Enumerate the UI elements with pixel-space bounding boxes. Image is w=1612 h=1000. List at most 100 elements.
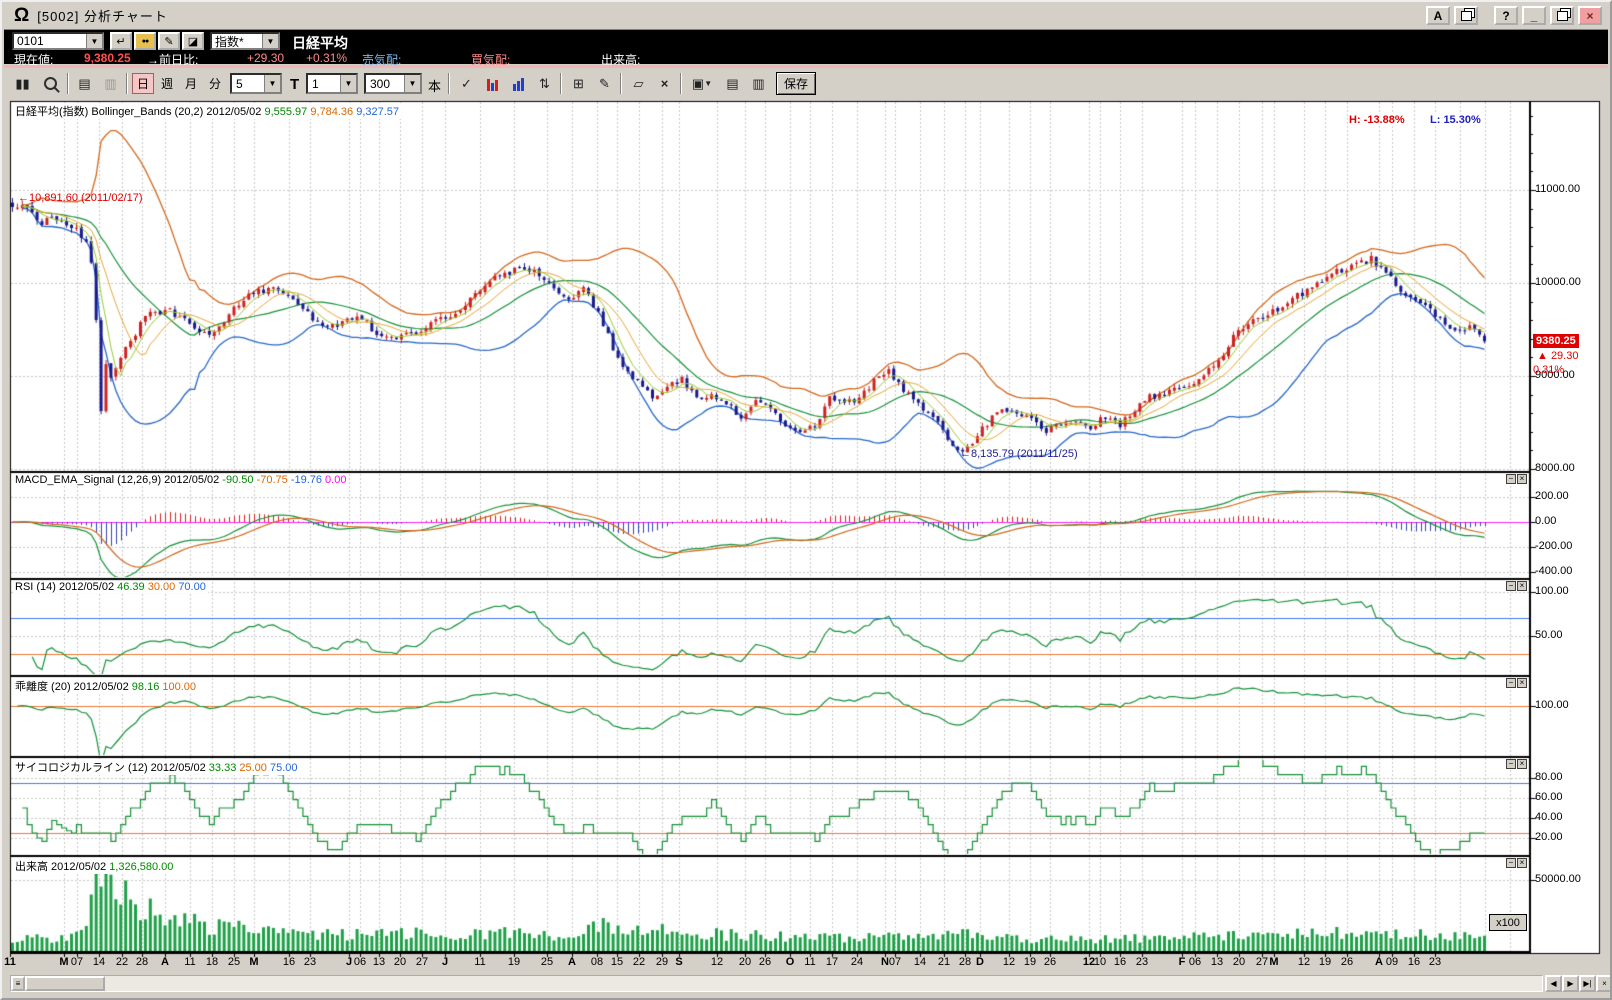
header-segment: 46.39 xyxy=(117,581,148,593)
header-segment: 1,326,580.00 xyxy=(109,861,174,873)
x-axis-label: A xyxy=(568,956,576,968)
panel-minimize-button[interactable]: − xyxy=(1506,474,1516,484)
x-axis-label: O xyxy=(785,956,795,968)
x-axis-label: 23 xyxy=(303,956,317,968)
x-axis-label: 10 xyxy=(1093,956,1107,968)
panel-minimize-button[interactable]: − xyxy=(1506,678,1516,688)
x-axis-label: 25 xyxy=(540,956,554,968)
header-segment: 9,555.97 xyxy=(264,106,311,118)
scroll-close-button[interactable]: × xyxy=(1596,975,1610,992)
scroll-button[interactable]: ◀ xyxy=(1545,975,1562,992)
macd-panel-header: MACD_EMA_Signal (12,26,9) 2012/05/02 -90… xyxy=(13,474,349,486)
y-axis-tick-label: 20.00 xyxy=(1535,831,1563,843)
low-distance-label: L: 15.30% xyxy=(1430,114,1481,126)
panel-close-button[interactable]: × xyxy=(1517,474,1527,484)
x-axis-label: 14 xyxy=(92,956,106,968)
header-segment: 出来高 2012/05/02 xyxy=(15,861,110,873)
y-axis-tick-label: 8000.00 xyxy=(1535,461,1575,474)
panel-minimize-button[interactable]: − xyxy=(1506,858,1516,868)
x-axis-label: 19 xyxy=(1023,956,1037,968)
y-axis-tick-label: 100.00 xyxy=(1535,698,1569,711)
y-axis-tick-label: -200.00 xyxy=(1535,540,1573,552)
x-axis-label: 13 xyxy=(1210,956,1224,968)
chart-plot-area[interactable] xyxy=(2,2,1610,998)
x-axis-label: 16 xyxy=(1113,956,1127,968)
main-panel-header: 日経平均(指数) Bollinger_Bands (20,2) 2012/05/… xyxy=(13,103,402,119)
x-axis-label: 23 xyxy=(1135,956,1149,968)
header-segment: 9,784.36 xyxy=(310,106,357,118)
x-axis-label: 12 xyxy=(1002,956,1016,968)
y-axis-tick-label: 100.00 xyxy=(1535,585,1569,597)
price-change-pct-label: 0.31% xyxy=(1533,364,1565,376)
y-axis-tick-label: 50.00 xyxy=(1535,628,1563,641)
y-axis-tick-label: 50000.00 xyxy=(1535,872,1581,885)
panel-minimize-button[interactable]: − xyxy=(1506,759,1516,769)
header-segment: 25.00 xyxy=(239,762,270,774)
x-axis-label: 28 xyxy=(958,956,972,968)
scroll-button[interactable]: ▶ xyxy=(1562,975,1579,992)
header-segment: -90.50 xyxy=(222,474,257,486)
header-segment: 75.00 xyxy=(269,762,298,774)
x-axis-label: 19 xyxy=(1318,956,1332,968)
x-axis-label: J xyxy=(441,956,449,968)
volume-panel-header: 出来高 2012/05/02 1,326,580.00 xyxy=(13,858,176,874)
x-axis-label: S xyxy=(675,956,683,968)
panel-close-button[interactable]: × xyxy=(1517,858,1527,868)
x-axis-label: 17 xyxy=(825,956,839,968)
header-segment: 70.00 xyxy=(178,581,206,593)
panel-minimize-button[interactable]: − xyxy=(1506,581,1516,591)
horizontal-scrollbar[interactable]: ≡ xyxy=(10,975,1543,992)
header-segment: 33.33 xyxy=(208,762,240,774)
header-segment: MACD_EMA_Signal (12,26,9) 2012/05/02 xyxy=(15,474,223,486)
y-axis-tick-label: 11000.00 xyxy=(1535,182,1581,195)
chart-annotation: ←8,135.79 (2011/11/25) xyxy=(960,448,1078,460)
x-axis-label: 09 xyxy=(1385,956,1399,968)
x-axis-label: 18 xyxy=(205,956,219,968)
header-segment: 98.16 xyxy=(131,681,163,693)
header-segment: 9,327.57 xyxy=(356,106,400,118)
x-axis-label: 28 xyxy=(135,956,149,968)
scrollbar-thumb[interactable] xyxy=(25,976,105,991)
volume-multiplier-badge: x100 xyxy=(1489,914,1527,931)
price-change-label: ▲ 29.30 xyxy=(1537,350,1579,362)
x-axis-label: 20 xyxy=(393,956,407,968)
y-axis-tick-label: 40.00 xyxy=(1535,811,1563,823)
panel-close-button[interactable]: × xyxy=(1517,581,1527,591)
x-axis-label: 15 xyxy=(610,956,624,968)
x-axis-label: 25 xyxy=(227,956,241,968)
x-axis-label: 12 xyxy=(1297,956,1311,968)
x-axis-label: 06 xyxy=(353,956,367,968)
x-axis-label: M xyxy=(1269,956,1279,968)
x-axis-label: 20 xyxy=(738,956,752,968)
x-axis-label: 22 xyxy=(115,956,129,968)
current-price-badge: 9380.25 xyxy=(1533,334,1579,348)
x-axis-label: 29 xyxy=(655,956,669,968)
x-axis-label: 24 xyxy=(850,956,864,968)
panel-close-button[interactable]: × xyxy=(1517,759,1527,769)
header-segment: -70.75 xyxy=(256,474,291,486)
x-axis-label: 26 xyxy=(758,956,772,968)
x-axis-label: 26 xyxy=(1340,956,1354,968)
header-segment: 乖離度 (20) 2012/05/02 xyxy=(15,681,132,693)
scrollbar-grip[interactable]: ≡ xyxy=(11,976,25,991)
y-axis-tick-label: 60.00 xyxy=(1535,791,1563,803)
header-segment: サイコロジカルライン (12) 2012/05/02 xyxy=(15,762,209,774)
header-segment: RSI (14) 2012/05/02 xyxy=(15,581,118,593)
scroll-button[interactable]: ▶| xyxy=(1579,975,1596,992)
x-axis-label: 12 xyxy=(710,956,724,968)
high-distance-label: H: -13.88% xyxy=(1349,114,1405,126)
x-axis-label: 26 xyxy=(1043,956,1057,968)
x-axis-label: 11 xyxy=(804,956,816,968)
x-axis-label: 22 xyxy=(632,956,646,968)
x-axis-label: A xyxy=(1375,956,1383,968)
x-axis-label: 07 xyxy=(70,956,84,968)
x-axis-label: 21 xyxy=(937,956,951,968)
y-axis-tick-label: 200.00 xyxy=(1535,490,1569,502)
y-axis-tick-label: -400.00 xyxy=(1535,565,1573,577)
x-axis-label: 13 xyxy=(372,956,386,968)
x-axis-label: A xyxy=(161,956,169,968)
x-axis-label: 23 xyxy=(1428,956,1442,968)
x-axis-label: 16 xyxy=(282,956,296,968)
panel-close-button[interactable]: × xyxy=(1517,678,1527,688)
x-axis-label: 11 xyxy=(184,956,196,968)
